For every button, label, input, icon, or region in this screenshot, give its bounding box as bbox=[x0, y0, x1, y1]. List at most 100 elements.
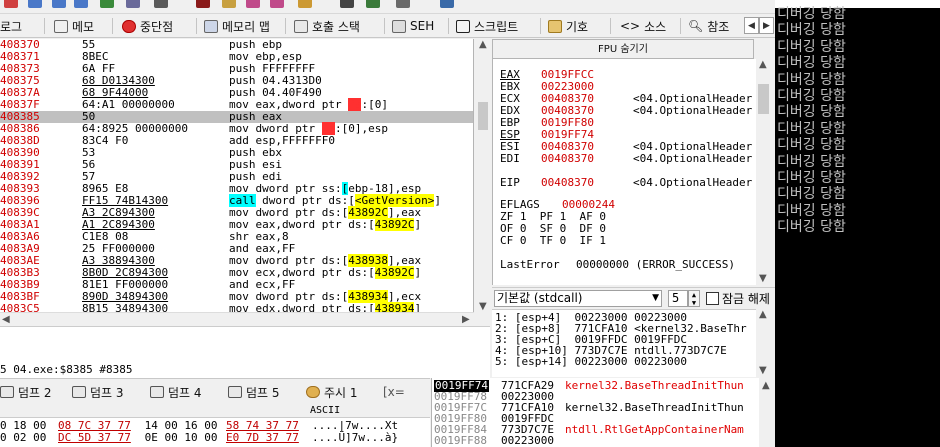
tab-symbols[interactable]: 기호 bbox=[548, 16, 588, 36]
tab-scroll-right-button[interactable]: ▶ bbox=[759, 17, 774, 34]
tab-dump-2[interactable]: 덤프 2 bbox=[0, 383, 52, 401]
instruction-token: fs bbox=[348, 98, 362, 111]
arg-count-spinner[interactable]: ▲ ▼ bbox=[688, 290, 700, 307]
ascii-column-header: ASCII bbox=[310, 405, 341, 416]
console-window[interactable]: 디버깅 당함 디버깅 당함 디버깅 당함 디버깅 당함 디버깅 당함 디버깅 당함 디버깅 … bbox=[775, 0, 940, 447]
dump-icon bbox=[72, 386, 86, 398]
disasm-row[interactable]: 4083C5 8B15 34894300 mov edx,dword ptr ds:… bbox=[0, 302, 473, 313]
stack-arguments-view[interactable]: 1: [esp+4] 00223000 00223000 2: [esp+8] 7… bbox=[492, 309, 756, 377]
scroll-up-icon[interactable]: ▲ bbox=[759, 59, 767, 70]
calling-convention-select[interactable]: 기본값 (stdcall) ▼ bbox=[494, 290, 662, 307]
restart-icon[interactable] bbox=[4, 0, 18, 8]
breakpoint-icon bbox=[122, 19, 136, 33]
calling-convention-bar: 기본값 (stdcall) ▼ 5 ▲ ▼ 잠금 해제 bbox=[492, 287, 775, 309]
hash-icon[interactable] bbox=[340, 0, 354, 8]
register-row[interactable]: EIP 00408370 <04.OptionalHeader bbox=[493, 177, 756, 189]
disassembly-view[interactable]: 408370 55 push ebp 408371 8BEC mov ebp,esp 408… bbox=[0, 39, 474, 312]
scroll-up-icon[interactable]: ▲ bbox=[762, 380, 770, 391]
console-line: 디버깅 당함 bbox=[777, 120, 846, 137]
tab-references[interactable]: 🔍︎ 참조 bbox=[688, 16, 729, 36]
disassembly-horizontal-scrollbar[interactable]: ◀ ▶ bbox=[0, 312, 474, 326]
info-line-text: 5 04.exe:$8385 #8385 bbox=[0, 363, 133, 376]
step-over-icon[interactable] bbox=[52, 0, 66, 8]
registers-view[interactable]: EAX 0019FFCC EBX 00223000 ECX 00408370 <04.Opt… bbox=[492, 59, 756, 285]
help-icon[interactable] bbox=[440, 0, 454, 8]
dump-icon bbox=[0, 386, 14, 398]
tab-call-stack[interactable]: 호출 스택 bbox=[294, 16, 360, 36]
seh-icon bbox=[392, 19, 406, 33]
console-line: 디버깅 당함 bbox=[777, 88, 846, 104]
hide-fpu-button[interactable]: FPU 숨기기 bbox=[492, 39, 754, 59]
instruction-token: 438934 bbox=[374, 302, 415, 312]
dump-tabs: 덤프 2 덤프 3 덤프 4 덤프 5 주시 1 [x= bbox=[0, 378, 430, 404]
tab-dump-4[interactable]: 덤프 4 bbox=[150, 383, 202, 401]
tab-source[interactable]: <> 소스 bbox=[620, 16, 666, 36]
stack-view[interactable]: 0019FF74 771CFA29 kernel32.BaseThreadInitT… bbox=[431, 378, 775, 447]
console-line: 디버깅 당함 bbox=[777, 137, 846, 154]
console-line: 디버깅 당함 bbox=[777, 55, 846, 72]
last-error-label: LastError bbox=[500, 258, 560, 271]
tab-script[interactable]: 스크립트 bbox=[456, 16, 518, 36]
stack-scrollbar[interactable]: ▲ bbox=[759, 378, 775, 447]
patch-icon[interactable] bbox=[196, 0, 210, 8]
step-out-icon[interactable] bbox=[74, 0, 88, 8]
tab-seh[interactable]: SEH bbox=[392, 16, 434, 36]
register-row[interactable]: EAX 0019FFCC bbox=[493, 69, 756, 81]
console-line: 디버깅 당함 bbox=[777, 71, 846, 88]
tab-memory-map[interactable]: 메모리 맵 bbox=[204, 16, 270, 36]
arg-count-input[interactable]: 5 bbox=[668, 290, 688, 307]
instruction-token: :[0] bbox=[361, 98, 388, 111]
scroll-down-icon[interactable]: ▼ bbox=[479, 301, 487, 312]
instruction-token: ] bbox=[414, 218, 422, 231]
memory-dump-view[interactable]: ASCII 0 18 00 08 7C 37 77 14 00 16 00 58… bbox=[0, 404, 430, 447]
tab-locals[interactable]: [x= bbox=[383, 383, 405, 401]
symbols-icon bbox=[548, 19, 562, 33]
step-into-icon[interactable] bbox=[28, 0, 42, 8]
disassembly-scroll-thumb[interactable] bbox=[478, 102, 488, 130]
trace-icon[interactable] bbox=[154, 0, 168, 8]
register-row[interactable]: EDX 00408370 <04.OptionalHeader bbox=[493, 105, 756, 117]
console-line: 디버깅 당함 bbox=[777, 6, 846, 22]
lock-checkbox[interactable] bbox=[706, 292, 719, 305]
tab-watch-1[interactable]: 주시 1 bbox=[306, 383, 358, 401]
disassembly-vertical-scrollbar[interactable]: ▲ ▼ bbox=[476, 39, 490, 312]
scroll-left-icon[interactable]: ◀ bbox=[2, 314, 10, 325]
label-icon[interactable] bbox=[246, 0, 260, 8]
tab-log[interactable]: 로그 bbox=[0, 16, 22, 36]
last-error-row[interactable]: LastError 00000000 (ERROR_SUCCESS) bbox=[493, 259, 756, 271]
stack-row[interactable]: 0019FF88 00223000 bbox=[432, 435, 775, 447]
scroll-down-icon[interactable]: ▼ bbox=[759, 365, 767, 376]
console-line: 디버깅 당함 bbox=[777, 170, 846, 186]
register-value[interactable]: 00408370 bbox=[541, 153, 594, 165]
tab-dump-3[interactable]: 덤프 3 bbox=[72, 383, 124, 401]
register-value[interactable]: 00408370 bbox=[541, 177, 594, 189]
registers-scroll-thumb[interactable] bbox=[758, 84, 769, 114]
scroll-right-icon[interactable]: ▶ bbox=[462, 314, 470, 325]
console-line: 디버깅 당함 bbox=[777, 22, 846, 39]
stack-arguments-scrollbar[interactable]: ▲ ▼ bbox=[756, 309, 771, 377]
register-row[interactable]: EDI 00408370 <04.OptionalHeader bbox=[493, 153, 756, 165]
animate-icon[interactable] bbox=[126, 0, 140, 8]
register-comment: <04.OptionalHeader bbox=[633, 104, 753, 117]
stack-argument[interactable]: 5: [esp+14] 00223000 00223000 bbox=[495, 356, 687, 367]
instruction-token: mov edx,dword ptr ds:[ bbox=[229, 302, 375, 313]
last-error-value: 00000000 (ERROR_SUCCESS) bbox=[576, 258, 735, 271]
settings-icon[interactable] bbox=[396, 0, 410, 8]
register-row[interactable]: EBP 0019FF80 bbox=[493, 117, 756, 129]
flags-row[interactable]: CF 0 TF 0 IF 1 bbox=[493, 235, 756, 247]
register-comment: <04.OptionalHeader bbox=[633, 176, 753, 189]
scroll-up-icon[interactable]: ▲ bbox=[479, 39, 487, 50]
info-panel: 5 04.exe:$8385 #8385 bbox=[0, 326, 490, 378]
tab-notes[interactable]: 메모 bbox=[54, 16, 94, 36]
bookmark-icon[interactable] bbox=[270, 0, 284, 8]
source-icon: <> bbox=[620, 19, 641, 33]
run-to-user-code-icon[interactable] bbox=[100, 0, 114, 8]
tab-dump-5[interactable]: 덤프 5 bbox=[228, 383, 280, 401]
highlight-icon[interactable] bbox=[298, 0, 312, 8]
tab-scroll-left-button[interactable]: ◀ bbox=[744, 17, 759, 34]
comment-icon[interactable] bbox=[222, 0, 236, 8]
tab-breakpoints[interactable]: 중단점 bbox=[122, 16, 173, 36]
plugin-icon[interactable] bbox=[366, 0, 380, 8]
scroll-down-icon[interactable]: ▼ bbox=[759, 273, 767, 284]
scroll-up-icon[interactable]: ▲ bbox=[759, 309, 767, 320]
